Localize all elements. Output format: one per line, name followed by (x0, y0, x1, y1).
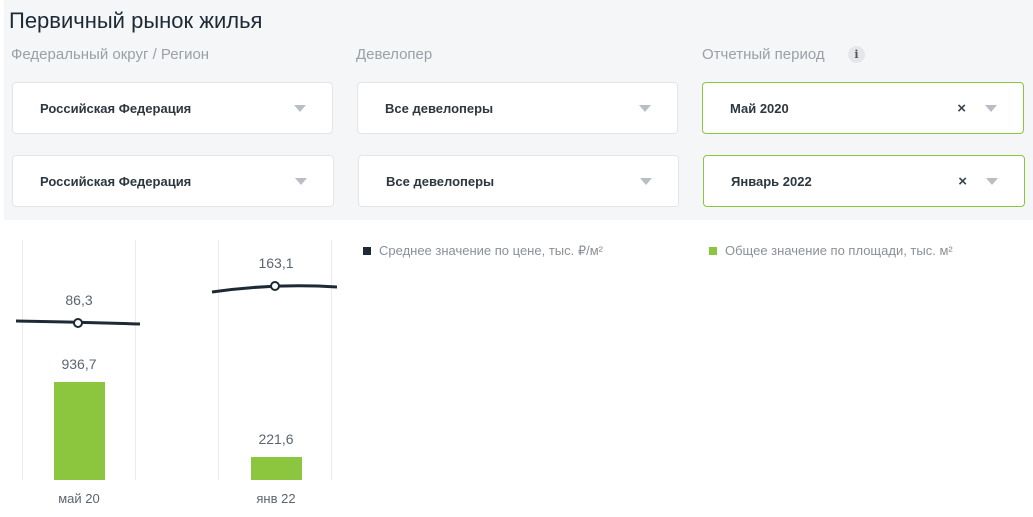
price-point-marker (270, 281, 280, 291)
legend-price-swatch (363, 247, 371, 255)
price-point-marker (73, 318, 83, 328)
x-axis-label: янв 22 (256, 491, 296, 506)
legend-price-label: Среднее значение по цене, тыс. ₽/м² (379, 243, 603, 258)
legend-area-label: Общее значение по площади, тыс. м² (725, 243, 953, 258)
legend-area-swatch (709, 247, 717, 255)
x-axis-label: май 20 (58, 491, 100, 506)
